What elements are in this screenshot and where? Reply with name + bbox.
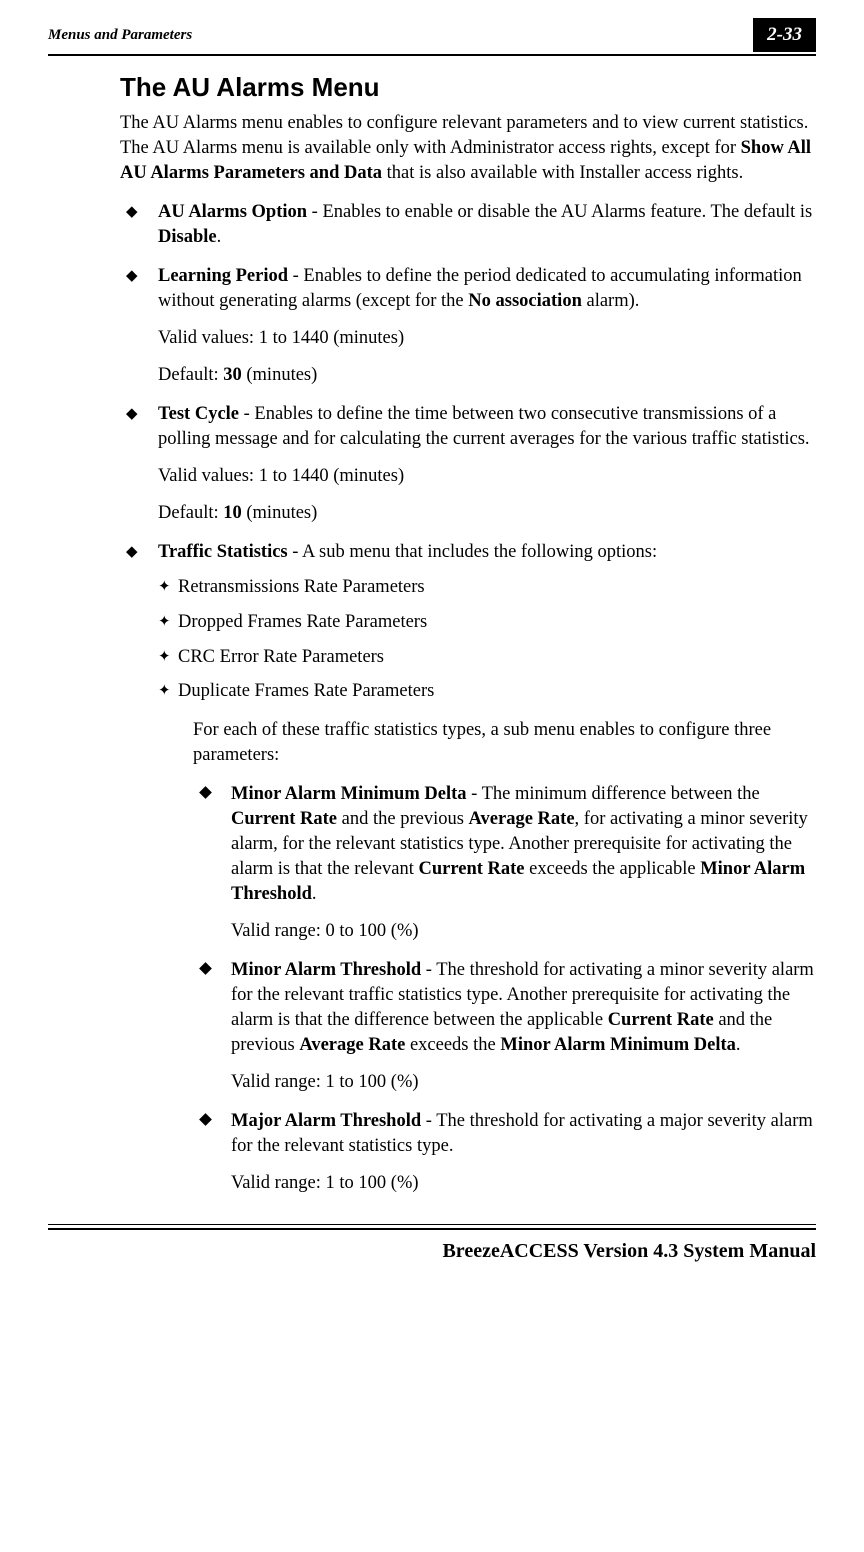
minor-delta-t7: exceeds the applicable [525,859,701,879]
header-left: Menus and Parameters [48,27,192,44]
item-test-cycle: Test Cycle - Enables to define the time … [120,402,816,526]
test-cycle-default-b: 10 [223,503,242,523]
sub-retransmissions: Retransmissions Rate Parameters [158,575,816,600]
intro-text-c: that is also available with Installer ac… [382,163,743,183]
traffic-label: Traffic Statistics [158,542,288,562]
test-cycle-default-c: (minutes) [242,503,318,523]
minor-thresh-label: Minor Alarm Threshold [231,960,421,980]
au-option-bold: Disable [158,227,217,247]
item-learning-period: Learning Period - Enables to define the … [120,264,816,388]
learning-bold: No association [468,291,582,311]
learning-label: Learning Period [158,266,288,286]
traffic-sublist: Retransmissions Rate Parameters Dropped … [158,575,816,705]
sub-dropped-frames: Dropped Frames Rate Parameters [158,610,816,635]
au-option-label: AU Alarms Option [158,202,307,222]
param-minor-delta: Minor Alarm Minimum Delta - The minimum … [193,782,816,944]
minor-thresh-t5: exceeds the [405,1035,500,1055]
item-traffic-statistics: Traffic Statistics - A sub menu that inc… [120,540,816,1196]
minor-delta-t3: and the previous [337,809,469,829]
minor-delta-label: Minor Alarm Minimum Delta [231,784,467,804]
param-major-threshold: Major Alarm Threshold - The threshold fo… [193,1109,816,1196]
au-option-text-c: . [217,227,222,247]
minor-delta-t2: Current Rate [231,809,337,829]
page: Menus and Parameters 2-33 The AU Alarms … [0,0,864,1552]
learning-text-c: alarm). [582,291,640,311]
content: The AU Alarms Menu The AU Alarms menu en… [120,72,816,1196]
sub-crc-error: CRC Error Rate Parameters [158,645,816,670]
minor-delta-t1: - The minimum difference between the [467,784,760,804]
intro-paragraph: The AU Alarms menu enables to configure … [120,111,816,186]
top-level-list: AU Alarms Option - Enables to enable or … [120,200,816,1196]
item-au-alarms-option: AU Alarms Option - Enables to enable or … [120,200,816,250]
minor-thresh-t6: Minor Alarm Minimum Delta [500,1035,736,1055]
footer-text: BreezeACCESS Version 4.3 System Manual [48,1240,816,1263]
learning-valid: Valid values: 1 to 1440 (minutes) [158,326,816,351]
header-rule [48,54,816,56]
section-title: The AU Alarms Menu [120,72,816,103]
learning-default-c: (minutes) [242,365,318,385]
learning-default: Default: 30 (minutes) [158,363,816,388]
au-option-text-a: - Enables to enable or disable the AU Al… [307,202,812,222]
minor-delta-t9: . [312,884,317,904]
test-cycle-text: - Enables to define the time between two… [158,404,810,449]
traffic-text: - A sub menu that includes the following… [288,542,657,562]
traffic-sub-intro: For each of these traffic statistics typ… [193,718,816,768]
param-minor-threshold: Minor Alarm Threshold - The threshold fo… [193,958,816,1095]
footer-rule-thin [48,1224,816,1225]
footer-rule-thick [48,1228,816,1230]
test-cycle-default: Default: 10 (minutes) [158,501,816,526]
minor-delta-t6: Current Rate [419,859,525,879]
running-header: Menus and Parameters 2-33 [48,18,816,52]
header-page-number: 2-33 [753,18,816,52]
test-cycle-default-a: Default: [158,503,223,523]
traffic-params-list: Minor Alarm Minimum Delta - The minimum … [193,782,816,1196]
test-cycle-valid: Valid values: 1 to 1440 (minutes) [158,464,816,489]
learning-default-a: Default: [158,365,223,385]
minor-thresh-t4: Average Rate [299,1035,405,1055]
minor-thresh-t7: . [736,1035,741,1055]
major-thresh-valid: Valid range: 1 to 100 (%) [231,1171,816,1196]
footer-rule [48,1224,816,1230]
test-cycle-label: Test Cycle [158,404,239,424]
minor-delta-valid: Valid range: 0 to 100 (%) [231,919,816,944]
intro-text-a: The AU Alarms menu enables to configure … [120,113,808,158]
minor-delta-t4: Average Rate [469,809,575,829]
minor-thresh-t2: Current Rate [608,1010,714,1030]
sub-duplicate-frames: Duplicate Frames Rate Parameters [158,679,816,704]
minor-thresh-valid: Valid range: 1 to 100 (%) [231,1070,816,1095]
learning-default-b: 30 [223,365,242,385]
major-thresh-label: Major Alarm Threshold [231,1111,421,1131]
